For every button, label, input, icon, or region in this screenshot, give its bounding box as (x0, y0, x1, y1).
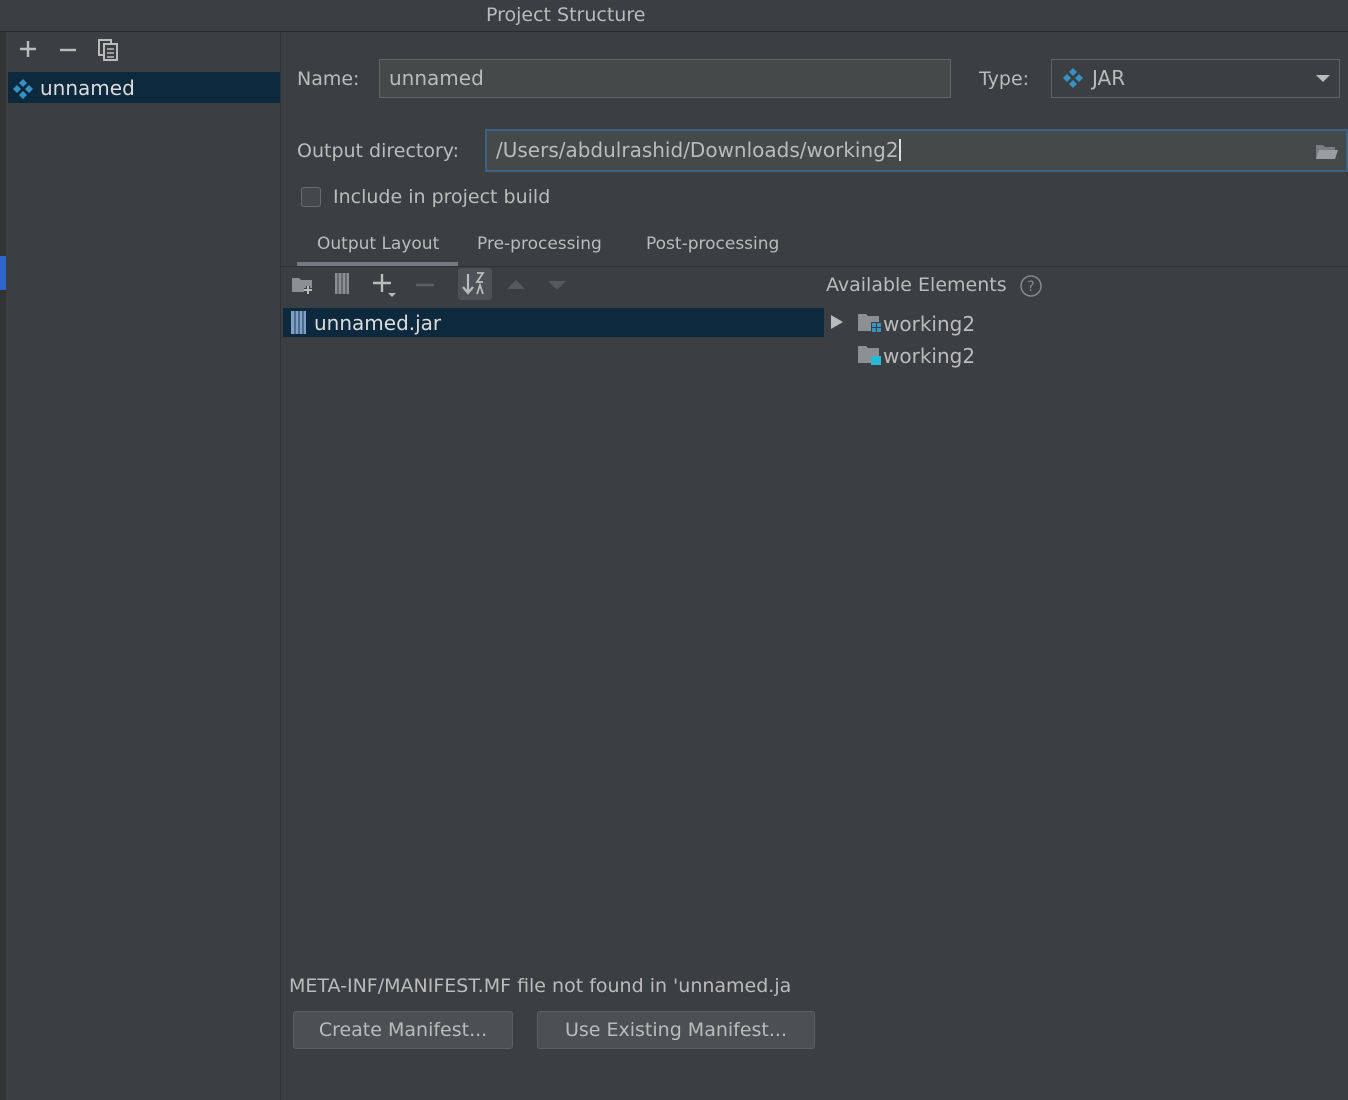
window-title: Project Structure (486, 4, 646, 26)
artifact-icon (1063, 68, 1083, 88)
name-value: unnamed (389, 66, 484, 90)
available-item-label: working2 (883, 344, 976, 368)
module-folder-icon (858, 346, 881, 365)
remove-icon (60, 48, 76, 52)
artifact-item[interactable]: unnamed (8, 72, 280, 103)
create-manifest-button[interactable]: Create Manifest... (293, 1011, 513, 1049)
move-up-icon (507, 280, 525, 289)
artifacts-panel (6, 32, 281, 1100)
copy-artifact-button[interactable] (96, 36, 122, 62)
name-field[interactable]: unnamed (379, 59, 951, 98)
archive-icon (291, 311, 306, 334)
text-caret (898, 139, 901, 161)
sort-icon (462, 272, 485, 295)
tab-pre-processing[interactable]: Pre-processing (477, 234, 602, 254)
type-label: Type: (979, 68, 1030, 90)
output-directory-field[interactable]: /Users/abdulrashid/Downloads/working2 (485, 129, 1348, 172)
add-copy-icon (373, 274, 396, 297)
title-bar: Project Structure (0, 0, 1348, 32)
create-archive-button[interactable] (330, 270, 356, 300)
archive-icon (335, 273, 349, 294)
use-existing-manifest-button[interactable]: Use Existing Manifest... (537, 1011, 815, 1049)
svg-text:?: ? (1027, 279, 1034, 295)
output-layout-panel (281, 267, 826, 965)
artifact-icon (13, 79, 33, 99)
type-value: JAR (1092, 66, 1126, 90)
available-item[interactable]: working2 (857, 311, 975, 336)
move-down-icon (548, 281, 566, 290)
add-copy-button[interactable] (370, 270, 400, 302)
tab-output-layout[interactable]: Output Layout (317, 234, 439, 254)
move-up-button[interactable] (505, 276, 527, 295)
layout-root-item[interactable]: unnamed.jar (283, 308, 824, 337)
add-artifact-button[interactable] (15, 36, 41, 62)
include-in-build-label[interactable]: Include in project build (333, 186, 550, 208)
dropdown-arrow-icon (1316, 75, 1330, 82)
sort-elements-button[interactable] (458, 268, 492, 300)
expand-arrow-icon[interactable] (830, 314, 844, 330)
tab-post-processing[interactable]: Post-processing (646, 234, 779, 254)
manifest-warning: META-INF/MANIFEST.MF file not found in '… (289, 975, 792, 997)
copy-icon (98, 39, 118, 61)
layout-root-label: unnamed.jar (314, 311, 442, 335)
include-in-build-checkbox[interactable] (301, 187, 321, 207)
available-elements-title: Available Elements (826, 274, 1007, 296)
output-directory-label: Output directory: (297, 140, 460, 162)
artifact-label: unnamed (40, 76, 135, 100)
output-directory-value: /Users/abdulrashid/Downloads/working2 (496, 138, 899, 162)
folder-browse-icon[interactable] (1315, 142, 1339, 162)
type-select[interactable]: JAR (1051, 59, 1340, 98)
create-directory-button[interactable] (290, 270, 316, 300)
remove-artifact-button[interactable] (55, 36, 81, 62)
remove-icon (416, 283, 434, 287)
new-directory-icon (292, 278, 312, 294)
move-down-button[interactable] (546, 278, 568, 297)
module-folder-icon (858, 314, 881, 332)
remove-element-button[interactable] (412, 270, 438, 300)
available-item-label: working2 (883, 312, 976, 336)
available-item[interactable]: working2 (857, 343, 975, 368)
add-icon (20, 41, 36, 57)
name-label: Name: (297, 68, 360, 90)
help-icon[interactable]: ? (1019, 274, 1043, 298)
